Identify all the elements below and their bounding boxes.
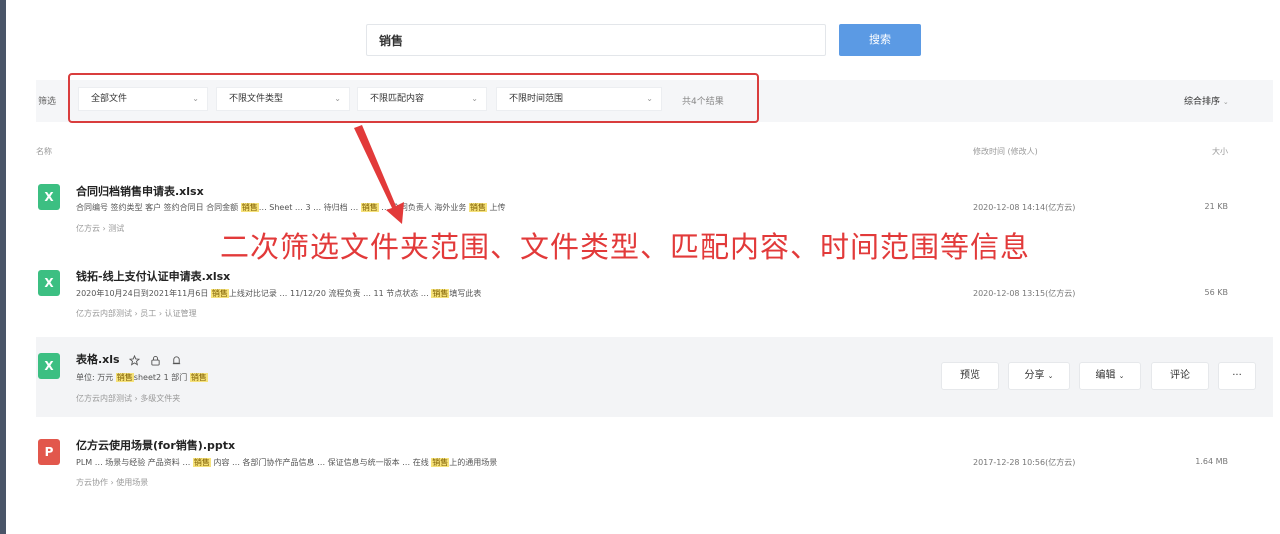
xlsx-file-icon: X [38, 270, 60, 296]
match-snippet: 单位: 万元 销售sheet2 1 部门 销售 [76, 373, 208, 382]
file-size: 21 KB [1204, 202, 1228, 211]
left-edge [0, 0, 6, 534]
file-size: 1.64 MB [1195, 457, 1228, 466]
file-name[interactable]: 亿方云使用场景(for销售).pptx [76, 437, 235, 453]
sort-dropdown[interactable]: 综合排序 ⌄ [1184, 94, 1229, 107]
xlsx-file-icon: X [38, 353, 60, 379]
search-input[interactable]: 销售 [366, 24, 826, 56]
preview-button[interactable]: 预览 [941, 362, 999, 390]
comment-button[interactable]: 评论 [1151, 362, 1209, 390]
sort-label: 综合排序 [1184, 97, 1221, 107]
edit-button[interactable]: 编辑 ⌄ [1079, 362, 1141, 390]
annotation-arrow [354, 125, 404, 224]
match-snippet: PLM … 场景与经验 产品资料 … 销售 内容 … 各部门协作产品信息 … 保… [76, 458, 498, 467]
more-options-button[interactable]: ··· [1218, 362, 1256, 390]
column-modified: 修改时间 (修改人) [973, 147, 1038, 156]
file-name[interactable]: 合同归档销售申请表.xlsx [76, 183, 204, 199]
match-snippet: 合同编号 签约类型 客户 签约合同日 合同金额 销售… Sheet … 3 … … [76, 203, 506, 212]
xlsx-file-icon: X [38, 184, 60, 210]
lock-icon[interactable] [150, 355, 161, 366]
chevron-down-icon: ⌄ [1222, 98, 1229, 106]
modified-time: 2020-12-08 14:14(亿方云) [973, 203, 1076, 212]
file-size: 56 KB [1204, 288, 1228, 297]
file-name-text: 表格.xls [76, 353, 120, 366]
modified-time: 2017-12-28 10:56(亿方云) [973, 458, 1076, 467]
chevron-down-icon: ⌄ [1047, 372, 1054, 380]
modified-time: 2020-12-08 13:15(亿方云) [973, 289, 1076, 298]
filter-label: 筛选 [38, 97, 57, 107]
file-path-breadcrumb[interactable]: 方云协作 › 使用场景 [76, 477, 148, 488]
share-button[interactable]: 分享 ⌄ [1008, 362, 1070, 390]
file-path-breadcrumb[interactable]: 亿方云内部测试 › 多级文件夹 [76, 393, 180, 404]
chevron-down-icon: ⌄ [1118, 372, 1125, 380]
share-label: 分享 [1024, 370, 1045, 381]
star-icon[interactable] [129, 354, 141, 366]
pptx-file-icon: P [38, 439, 60, 465]
bell-icon[interactable] [171, 355, 182, 366]
annotation-caption: 二次筛选文件夹范围、文件类型、匹配内容、时间范围等信息 [220, 230, 1031, 264]
file-name[interactable]: 钱拓-线上支付认证申请表.xlsx [76, 268, 230, 284]
match-snippet: 2020年10月24日到2021年11月6日 销售上线对比记录 … 11/12/… [76, 289, 482, 298]
file-path-breadcrumb[interactable]: 亿方云内部测试 › 员工 › 认证管理 [76, 308, 197, 319]
column-name: 名称 [36, 147, 52, 156]
edit-label: 编辑 [1095, 370, 1116, 381]
search-button[interactable]: 搜索 [839, 24, 921, 56]
column-size: 大小 [1212, 147, 1228, 156]
filter-highlight-box [68, 73, 759, 123]
file-path-breadcrumb[interactable]: 亿方云 › 测试 [76, 223, 124, 234]
file-name[interactable]: 表格.xls [76, 351, 182, 367]
